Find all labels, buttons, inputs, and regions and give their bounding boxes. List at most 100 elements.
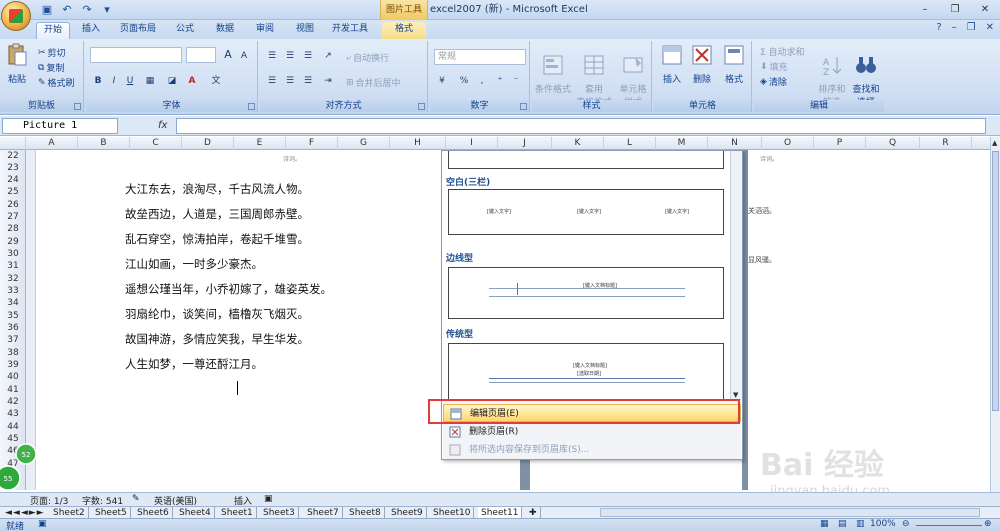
gallery-thumb-traditional[interactable]: [键入文档标题] [选取日期] bbox=[448, 343, 724, 399]
column-header[interactable]: K bbox=[552, 137, 604, 150]
format-painter-button[interactable]: ✎ 格式刷 bbox=[38, 76, 75, 90]
copy-button[interactable]: ⧉ 复制 bbox=[38, 61, 64, 75]
fx-icon[interactable]: fx bbox=[122, 118, 174, 134]
macro-record-icon[interactable]: ▣ bbox=[264, 494, 273, 504]
column-header[interactable]: B bbox=[78, 137, 130, 150]
row-header[interactable]: 30 bbox=[0, 248, 25, 260]
column-header[interactable]: M bbox=[656, 137, 708, 150]
row-header[interactable]: 42 bbox=[0, 396, 25, 408]
tab-insert[interactable]: 插入 bbox=[76, 22, 106, 39]
save-selection-menu-item[interactable]: 将所选内容保存到页眉库(S)... bbox=[443, 441, 741, 459]
column-header[interactable]: F bbox=[286, 137, 338, 150]
row-header[interactable]: 35 bbox=[0, 310, 25, 322]
column-header[interactable]: E bbox=[234, 137, 286, 150]
horizontal-scrollbar[interactable] bbox=[600, 508, 980, 517]
align-right-icon[interactable]: ☰ bbox=[300, 74, 316, 88]
tab-developer[interactable]: 开发工具 bbox=[326, 22, 374, 39]
customize-qat-icon[interactable]: ▾ bbox=[100, 3, 114, 17]
column-header[interactable]: O bbox=[762, 137, 814, 150]
macro-icon[interactable]: ▣ bbox=[38, 519, 47, 529]
tab-page-layout[interactable]: 页面布局 bbox=[114, 22, 162, 39]
align-top-icon[interactable]: ☰ bbox=[264, 49, 280, 63]
column-header[interactable]: L bbox=[604, 137, 656, 150]
indent-icon[interactable]: ⇥ bbox=[320, 74, 336, 88]
tab-data[interactable]: 数据 bbox=[210, 22, 240, 39]
conditional-format-button[interactable]: 条件格式 bbox=[534, 43, 572, 105]
zoom-level[interactable]: 100% bbox=[870, 519, 896, 529]
orientation-icon[interactable]: ↗ bbox=[320, 49, 336, 63]
row-header[interactable]: 37 bbox=[0, 334, 25, 346]
normal-view-icon[interactable]: ▦ bbox=[820, 519, 829, 529]
decrease-decimal-icon[interactable]: ⁻ bbox=[508, 74, 524, 88]
percent-button[interactable]: % bbox=[456, 74, 472, 88]
ribbon-close-icon[interactable]: ✕ bbox=[986, 22, 994, 33]
row-header[interactable]: 28 bbox=[0, 223, 25, 235]
underline-button[interactable]: U bbox=[122, 74, 138, 88]
row-header[interactable]: 25 bbox=[0, 186, 25, 198]
column-header[interactable]: D bbox=[182, 137, 234, 150]
minimize-icon[interactable]: – bbox=[910, 0, 940, 20]
align-center-icon[interactable]: ☰ bbox=[282, 74, 298, 88]
undo-icon[interactable]: ↶ bbox=[60, 3, 74, 17]
format-cells-button[interactable]: 格式 bbox=[720, 43, 748, 85]
row-header[interactable]: 36 bbox=[0, 322, 25, 334]
column-header[interactable]: C bbox=[130, 137, 182, 150]
row-header[interactable]: 39 bbox=[0, 359, 25, 371]
ribbon-minimize-icon[interactable]: – bbox=[952, 22, 957, 33]
save-icon[interactable]: ▣ bbox=[40, 3, 54, 17]
row-header[interactable]: 43 bbox=[0, 408, 25, 420]
grow-font-button[interactable]: A bbox=[220, 48, 236, 62]
row-header[interactable]: 24 bbox=[0, 174, 25, 186]
row-header[interactable]: 34 bbox=[0, 297, 25, 309]
row-header[interactable]: 32 bbox=[0, 273, 25, 285]
spellcheck-icon[interactable]: ✎ bbox=[132, 494, 140, 504]
row-header[interactable]: 40 bbox=[0, 371, 25, 383]
row-header[interactable]: 26 bbox=[0, 199, 25, 211]
alignment-launcher-icon[interactable] bbox=[418, 103, 425, 110]
delete-cells-button[interactable]: 删除 bbox=[688, 43, 716, 85]
gallery-thumb-blank-three[interactable]: [键入文字] [键入文字] [键入文字] bbox=[448, 189, 724, 235]
tab-home[interactable]: 开始 bbox=[36, 22, 70, 39]
tab-format[interactable]: 格式 bbox=[382, 22, 426, 39]
number-format-box[interactable]: 常规 bbox=[434, 49, 526, 65]
tab-view[interactable]: 视图 bbox=[290, 22, 320, 39]
align-bottom-icon[interactable]: ☰ bbox=[300, 49, 316, 63]
vertical-scrollbar[interactable]: ▲ bbox=[990, 137, 1000, 492]
row-header[interactable]: 44 bbox=[0, 421, 25, 433]
select-all-corner[interactable] bbox=[0, 137, 26, 150]
number-launcher-icon[interactable] bbox=[520, 103, 527, 110]
font-size-box[interactable] bbox=[186, 47, 216, 63]
border-icon[interactable]: ▦ bbox=[142, 74, 158, 88]
help-icon[interactable]: ? bbox=[936, 22, 941, 33]
zoom-out-icon[interactable]: ⊖ bbox=[902, 519, 910, 529]
phonetic-icon[interactable]: 文 bbox=[208, 74, 224, 88]
zoom-slider[interactable] bbox=[916, 525, 982, 526]
column-header[interactable]: H bbox=[390, 137, 446, 150]
redo-icon[interactable]: ↷ bbox=[80, 3, 94, 17]
zoom-in-icon[interactable]: ⊕ bbox=[984, 519, 992, 529]
column-header[interactable]: A bbox=[26, 137, 78, 150]
merge-center-button[interactable]: ⊞ 合并后居中 bbox=[346, 76, 401, 90]
scroll-down-icon[interactable]: ▼ bbox=[733, 391, 738, 399]
paste-button[interactable]: 粘贴 bbox=[4, 43, 30, 85]
align-middle-icon[interactable]: ☰ bbox=[282, 49, 298, 63]
gallery-scrollbar[interactable]: ▼ bbox=[730, 151, 742, 399]
scroll-thumb[interactable] bbox=[992, 151, 999, 411]
column-header[interactable]: G bbox=[338, 137, 390, 150]
row-header[interactable]: 31 bbox=[0, 260, 25, 272]
column-header[interactable]: J bbox=[498, 137, 552, 150]
comma-button[interactable]: , bbox=[474, 74, 490, 88]
increase-decimal-icon[interactable]: ⁺ bbox=[492, 74, 508, 88]
restore-icon[interactable]: ❐ bbox=[940, 0, 970, 20]
page-layout-view-icon[interactable]: ▤ bbox=[838, 519, 847, 529]
tab-formulas[interactable]: 公式 bbox=[170, 22, 200, 39]
align-left-icon[interactable]: ☰ bbox=[264, 74, 280, 88]
column-header[interactable]: R bbox=[920, 137, 972, 150]
column-header[interactable]: Q bbox=[866, 137, 920, 150]
insert-cells-button[interactable]: 插入 bbox=[658, 43, 686, 85]
fill-color-icon[interactable]: ◪ bbox=[164, 74, 180, 88]
row-header[interactable]: 23 bbox=[0, 162, 25, 174]
row-header[interactable]: 33 bbox=[0, 285, 25, 297]
gallery-thumb-sideline[interactable]: [键入文档标题] bbox=[448, 267, 724, 319]
italic-button[interactable]: I bbox=[106, 74, 122, 88]
